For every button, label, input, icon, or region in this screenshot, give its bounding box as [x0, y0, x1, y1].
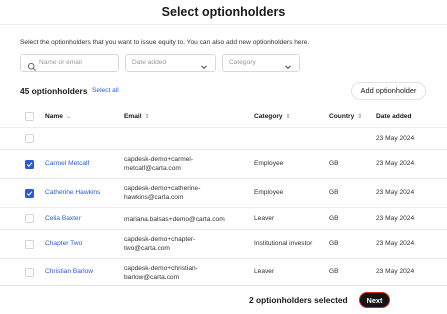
- date-added-cell: 23 May 2024: [376, 268, 415, 275]
- table-row[interactable]: Carmel Metcalf capdesk-demo+carmel- metc…: [0, 150, 447, 179]
- column-header-name[interactable]: Name ⌄: [45, 113, 71, 120]
- category-cell: Leaver: [254, 215, 275, 222]
- table-row[interactable]: 23 May 2024: [0, 128, 447, 150]
- intro-text: Select the optionholders that you want t…: [20, 39, 310, 46]
- column-header-date-added[interactable]: Date added: [376, 113, 412, 120]
- next-button[interactable]: Next: [359, 292, 390, 308]
- sort-icon: ⇕: [144, 114, 150, 120]
- chevron-down-icon: [283, 59, 293, 70]
- modal-header: Select optionholders: [0, 0, 447, 25]
- email-cell: mariana.balsas+demo@carta.com: [124, 216, 225, 223]
- table-row[interactable]: Christian Barlow capdesk-demo+christian-…: [0, 259, 447, 288]
- optionholder-name-link[interactable]: Catherine Hawkins: [45, 189, 100, 196]
- action-footer: 2 optionholders selected Next: [0, 285, 447, 314]
- date-added-cell: 23 May 2024: [376, 189, 415, 196]
- row-checkbox[interactable]: [25, 134, 34, 143]
- column-header-country[interactable]: Country ⇕: [329, 113, 362, 120]
- category-placeholder: Category: [229, 59, 256, 66]
- table-header: Name ⌄ Email ⇕ Category ⇕ Country ⇕ Date add…: [0, 106, 447, 128]
- table-row[interactable]: Catherine Hawkins capdesk-demo+catherine…: [0, 179, 447, 208]
- optionholder-name-link[interactable]: Carmel Metcalf: [45, 160, 89, 167]
- select-all-link[interactable]: Select all: [92, 87, 119, 94]
- date-added-cell: 23 May 2024: [376, 215, 415, 222]
- email-cell: capdesk-demo+chapter- two@carta.com: [124, 236, 196, 252]
- sort-icon: ⇕: [285, 114, 291, 120]
- check-icon: [26, 162, 33, 167]
- search-input[interactable]: Name or email: [20, 54, 119, 72]
- category-filter[interactable]: Category: [222, 54, 300, 72]
- category-cell: Employee: [254, 160, 284, 167]
- table-row[interactable]: Chapter Two capdesk-demo+chapter- two@ca…: [0, 230, 447, 259]
- date-added-cell: 23 May 2024: [376, 240, 415, 247]
- table-row[interactable]: Celia Baxter mariana.balsas+demo@carta.c…: [0, 208, 447, 230]
- search-placeholder: Name or email: [39, 59, 82, 66]
- category-cell: Leaver: [254, 268, 275, 275]
- row-checkbox[interactable]: [25, 214, 34, 223]
- country-cell: GB: [329, 160, 339, 167]
- select-all-checkbox[interactable]: [25, 112, 34, 121]
- chevron-down-icon: [199, 59, 209, 70]
- email-cell: capdesk-demo+christian- barlow@carta.com: [124, 265, 198, 281]
- category-cell: Employee: [254, 189, 284, 196]
- sort-icon: ⌄: [65, 114, 71, 120]
- country-cell: GB: [329, 240, 339, 247]
- search-icon: [27, 59, 37, 71]
- email-cell: capdesk-demo+carmel- metcalf@carta.com: [124, 156, 194, 172]
- email-cell: capdesk-demo+catherine- hawkins@carta.co…: [124, 185, 201, 201]
- optionholder-name-link[interactable]: Chapter Two: [45, 240, 82, 247]
- country-cell: GB: [329, 215, 339, 222]
- add-optionholder-button[interactable]: Add optionholder: [351, 82, 426, 100]
- date-added-filter[interactable]: Date added: [125, 54, 216, 72]
- optionholder-count: 45 optionholders: [20, 86, 88, 96]
- country-cell: GB: [329, 189, 339, 196]
- row-checkbox[interactable]: [25, 240, 34, 249]
- date-added-cell: 23 May 2024: [376, 135, 415, 142]
- row-checkbox[interactable]: [25, 268, 34, 277]
- selected-count: 2 optionholders selected: [249, 295, 348, 305]
- optionholder-name-link[interactable]: Celia Baxter: [45, 215, 81, 222]
- optionholder-name-link[interactable]: Christian Barlow: [45, 268, 93, 275]
- column-header-category[interactable]: Category ⇕: [254, 113, 291, 120]
- column-header-email[interactable]: Email ⇕: [124, 113, 150, 120]
- row-checkbox[interactable]: [25, 189, 34, 198]
- sort-icon: ⇕: [357, 114, 363, 120]
- category-cell: Institutional investor: [254, 240, 313, 247]
- check-icon: [26, 191, 33, 196]
- row-checkbox[interactable]: [25, 160, 34, 169]
- country-cell: GB: [329, 268, 339, 275]
- page-title: Select optionholders: [161, 5, 286, 19]
- date-added-placeholder: Date added: [132, 59, 167, 66]
- date-added-cell: 23 May 2024: [376, 160, 415, 167]
